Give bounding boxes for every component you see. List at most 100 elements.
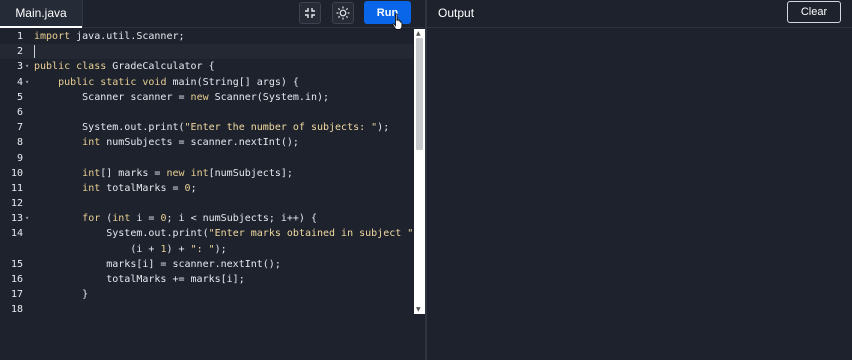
code-text: marks[i] = scanner.nextInt(); <box>34 257 281 272</box>
line-number: 7 <box>16 122 23 134</box>
line-number: 11 <box>10 182 23 194</box>
code-text: int totalMarks = 0; <box>34 181 197 196</box>
line-number: 5 <box>16 91 23 103</box>
minimize-button[interactable] <box>299 2 321 24</box>
fold-arrow-icon[interactable]: ▾ <box>25 75 29 90</box>
code-token: ); <box>214 243 227 255</box>
fold-arrow-icon[interactable]: ▾ <box>25 211 29 226</box>
code-text: System.out.print("Enter marks obtained i… <box>34 226 425 241</box>
editor-toolbar: Main.java Run <box>0 0 426 28</box>
tab-main-java[interactable]: Main.java <box>0 0 82 28</box>
code-token: public class <box>34 61 107 73</box>
scroll-up-arrow-icon[interactable]: ▲ <box>416 30 421 37</box>
code-token: ( <box>100 213 113 225</box>
editor-pane: Main.java Run 1 import java.util.Scanner… <box>0 0 426 360</box>
code-text: int numSubjects = scanner.nextInt(); <box>34 135 299 150</box>
line-number: 16 <box>10 274 23 285</box>
line-number: 18 <box>10 304 23 316</box>
output-header: Output Clear <box>427 0 852 28</box>
code-text: for (int i = 0; i < numSubjects; i++) { <box>34 211 317 226</box>
code-token: numSubjects = scanner.nextInt(); <box>100 137 299 149</box>
line-number: 9 <box>16 152 23 164</box>
code-token: new <box>166 167 185 179</box>
line-number: 6 <box>16 106 23 118</box>
code-text: System.out.print("Enter the number of su… <box>34 120 389 135</box>
code-line[interactable]: 15 marks[i] = scanner.nextInt(); <box>0 257 413 272</box>
code-line[interactable]: 16 totalMarks += marks[i]; <box>0 272 413 287</box>
code-line[interactable]: 12 <box>0 196 413 211</box>
line-number: 10 <box>10 167 23 179</box>
line-number: 8 <box>16 137 23 149</box>
code-token: totalMarks += marks[i]; <box>34 274 245 285</box>
code-editor[interactable]: 1 import java.util.Scanner; 2 3 ▾ public clas… <box>0 29 425 360</box>
code-token: [numSubjects]; <box>208 167 293 179</box>
code-text: public class GradeCalculator { <box>34 59 215 74</box>
scroll-down-arrow-icon[interactable]: ▼ <box>416 306 421 313</box>
scrollbar-thumb[interactable] <box>416 38 423 150</box>
line-number: 15 <box>10 258 23 270</box>
code-text: totalMarks += marks[i]; <box>34 272 245 287</box>
line-number: 12 <box>10 198 23 210</box>
code-token: int <box>112 213 131 225</box>
code-line[interactable]: 1 import java.util.Scanner; <box>0 29 413 44</box>
code-token: Scanner scanner = <box>34 91 191 103</box>
code-token: ; i < numSubjects; i++) { <box>166 213 317 225</box>
code-token: ": " <box>190 243 215 255</box>
code-token: int <box>190 167 209 179</box>
code-token: int <box>82 137 101 149</box>
code-line[interactable]: (i + 1) + ": "); <box>0 242 413 257</box>
output-title: Output <box>438 6 475 20</box>
minimize-icon <box>305 8 315 18</box>
code-token: totalMarks = <box>100 182 185 194</box>
code-token: marks[i] = scanner.nextInt(); <box>34 258 281 270</box>
code-line[interactable]: 14 System.out.print("Enter marks obtaine… <box>0 226 425 241</box>
code-token: for <box>82 213 101 225</box>
code-token: main(String[] args) { <box>166 76 299 88</box>
fold-arrow-icon[interactable]: ▾ <box>25 59 29 74</box>
code-line[interactable]: 7 System.out.print("Enter the number of … <box>0 120 413 135</box>
code-line[interactable]: 13 ▾ for (int i = 0; i < numSubjects; i++… <box>0 211 413 226</box>
code-token: import <box>34 31 71 42</box>
code-token: "Enter the number of subjects: " <box>184 122 378 134</box>
code-line[interactable]: 6 <box>0 105 413 120</box>
editor-scrollbar[interactable]: ▲ ▼ <box>414 29 425 314</box>
code-text: (i + 1) + ": "); <box>34 242 227 257</box>
code-line[interactable]: 17 } <box>0 287 413 302</box>
code-line[interactable]: 10 int[] marks = new int[numSubjects]; <box>0 166 413 181</box>
code-line[interactable]: 11 int totalMarks = 0; <box>0 181 413 196</box>
code-line[interactable]: 4 ▾ public static void main(String[] args… <box>0 75 413 90</box>
code-token: public static void <box>58 76 167 88</box>
line-number: 4 <box>16 76 23 88</box>
code-token: GradeCalculator { <box>106 61 215 73</box>
hand-pointer-icon <box>392 13 403 30</box>
code-text: int[] marks = new int[numSubjects]; <box>34 166 293 181</box>
text-caret <box>34 45 35 59</box>
code-line[interactable]: 5 Scanner scanner = new Scanner(System.i… <box>0 90 413 105</box>
line-number: 2 <box>16 46 23 58</box>
line-number: 13 <box>10 213 23 225</box>
code-token: } <box>34 289 89 301</box>
code-line[interactable]: 9 <box>0 151 413 166</box>
clear-button[interactable]: Clear <box>787 1 841 23</box>
code-line[interactable]: 18 <box>0 302 413 317</box>
line-number: 14 <box>10 228 23 240</box>
code-token: System.out.print( <box>34 228 209 240</box>
sun-icon <box>336 6 350 20</box>
code-token: "Enter marks obtained in subject " <box>208 228 414 240</box>
code-token: (i + <box>34 243 161 255</box>
code-line[interactable]: 8 int numSubjects = scanner.nextInt(); <box>0 135 413 150</box>
code-text: public static void main(String[] args) { <box>34 75 299 90</box>
code-token: ; <box>190 182 197 194</box>
code-text: Scanner scanner = new Scanner(System.in)… <box>34 90 329 105</box>
theme-toggle-button[interactable] <box>332 2 354 24</box>
code-token: ) + <box>166 243 191 255</box>
code-line[interactable]: 2 <box>0 44 413 60</box>
code-token: java.util.Scanner; <box>70 31 185 42</box>
line-number: 3 <box>16 61 23 73</box>
code-line[interactable]: 3 ▾ public class GradeCalculator { <box>0 59 413 74</box>
